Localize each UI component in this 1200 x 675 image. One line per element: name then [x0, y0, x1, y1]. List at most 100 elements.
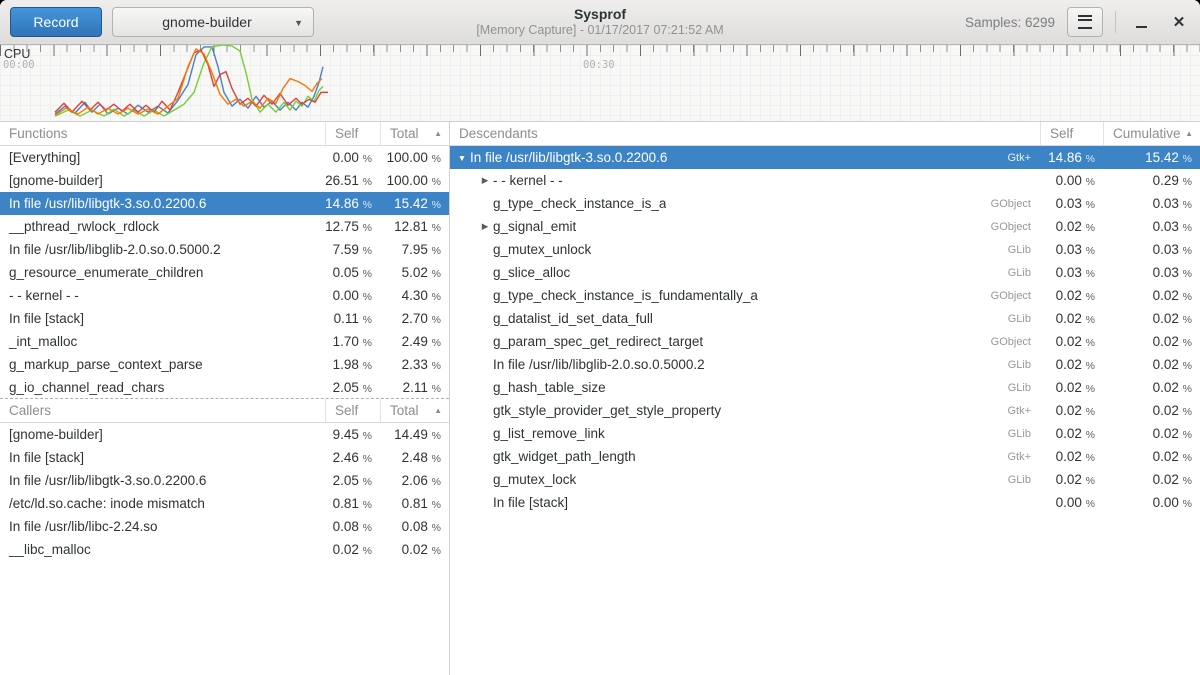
column-header-self[interactable]: Self: [325, 122, 380, 145]
tree-row-content: g_param_spec_get_redirect_targetGObject: [450, 334, 1040, 349]
tree-row[interactable]: ▼In file /usr/lib/libgtk-3.so.0.2200.6Gt…: [450, 146, 1200, 169]
time-label-mid: 00:30: [583, 59, 615, 71]
table-row[interactable]: In file /usr/lib/libgtk-3.so.0.2200.62.0…: [0, 469, 449, 492]
function-name: g_datalist_id_set_data_full: [493, 311, 653, 326]
column-header-total[interactable]: Total▲: [380, 122, 449, 145]
total-percent: 2.70 %: [380, 311, 449, 326]
menu-button[interactable]: [1067, 7, 1103, 37]
self-percent: 14.86 %: [325, 196, 380, 211]
percent-sign: %: [432, 545, 441, 557]
function-name: g_hash_table_size: [493, 380, 606, 395]
total-percent: 0.02 %: [380, 542, 449, 557]
tree-row[interactable]: ▶g_signal_emitGObject0.02 %0.03 %: [450, 215, 1200, 238]
tree-row-content: gtk_style_provider_get_style_propertyGtk…: [450, 403, 1040, 418]
column-header-functions[interactable]: Functions: [0, 122, 325, 145]
tree-row[interactable]: g_datalist_id_set_data_fullGLib0.02 %0.0…: [450, 307, 1200, 330]
table-row[interactable]: In file [stack]0.11 %2.70 %: [0, 307, 449, 330]
expander-expanded-icon[interactable]: ▼: [454, 153, 470, 163]
total-percent: 0.81 %: [380, 496, 449, 511]
percent-sign: %: [1183, 452, 1192, 464]
percent-sign: %: [1183, 291, 1192, 303]
tree-row[interactable]: ▶- - kernel - -0.00 %0.29 %: [450, 169, 1200, 192]
percent-sign: %: [1086, 383, 1095, 395]
callers-table: [gnome-builder]9.45 %14.49 %In file [sta…: [0, 423, 449, 561]
table-row[interactable]: [gnome-builder]9.45 %14.49 %: [0, 423, 449, 446]
tree-row[interactable]: g_type_check_instance_is_fundamentally_a…: [450, 284, 1200, 307]
cumulative-percent: 0.02 %: [1103, 472, 1200, 487]
table-row[interactable]: [Everything]0.00 %100.00 %: [0, 146, 449, 169]
table-row[interactable]: [gnome-builder]26.51 %100.00 %: [0, 169, 449, 192]
table-row[interactable]: _int_malloc1.70 %2.49 %: [0, 330, 449, 353]
self-percent: 9.45 %: [325, 427, 380, 442]
column-header-total[interactable]: Total▲: [380, 399, 449, 422]
total-percent: 5.02 %: [380, 265, 449, 280]
process-selector-dropdown[interactable]: gnome-builder ▼: [112, 7, 314, 37]
expander-collapsed-icon[interactable]: ▶: [477, 221, 493, 232]
function-name: In file /usr/lib/libc-2.24.so: [0, 519, 325, 534]
column-header-descendants[interactable]: Descendants: [450, 122, 1040, 145]
samples-count: Samples: 6299: [965, 15, 1055, 30]
tree-row[interactable]: g_hash_table_sizeGLib0.02 %0.02 %: [450, 376, 1200, 399]
percent-sign: %: [1183, 222, 1192, 234]
total-percent: 0.08 %: [380, 519, 449, 534]
function-name: - - kernel - -: [0, 288, 325, 303]
self-percent: 0.02 %: [1040, 288, 1103, 303]
table-row[interactable]: In file [stack]2.46 %2.48 %: [0, 446, 449, 469]
percent-sign: %: [1183, 176, 1192, 188]
percent-sign: %: [432, 360, 441, 372]
column-header-callers[interactable]: Callers: [0, 399, 325, 422]
tree-row[interactable]: In file /usr/lib/libglib-2.0.so.0.5000.2…: [450, 353, 1200, 376]
percent-sign: %: [363, 522, 372, 534]
hamburger-icon: [1078, 15, 1092, 29]
table-row[interactable]: In file /usr/lib/libglib-2.0.so.0.5000.2…: [0, 238, 449, 261]
table-row[interactable]: In file /usr/lib/libc-2.24.so0.08 %0.08 …: [0, 515, 449, 538]
table-row[interactable]: __pthread_rwlock_rdlock12.75 %12.81 %: [0, 215, 449, 238]
tree-row[interactable]: gtk_widget_path_lengthGtk+0.02 %0.02 %: [450, 445, 1200, 468]
total-percent: 2.49 %: [380, 334, 449, 349]
percent-sign: %: [363, 176, 372, 188]
table-row[interactable]: g_io_channel_read_chars2.05 %2.11 %: [0, 376, 449, 399]
table-row[interactable]: __libc_malloc0.02 %0.02 %: [0, 538, 449, 561]
table-row[interactable]: In file /usr/lib/libgtk-3.so.0.2200.614.…: [0, 192, 449, 215]
function-name: g_slice_alloc: [493, 265, 570, 280]
record-button[interactable]: Record: [10, 7, 102, 37]
tree-row-content: g_list_remove_linkGLib: [450, 426, 1040, 441]
tree-row[interactable]: g_mutex_unlockGLib0.03 %0.03 %: [450, 238, 1200, 261]
functions-table-header: Functions Self Total▲: [0, 122, 449, 146]
percent-sign: %: [1183, 337, 1192, 349]
tree-row[interactable]: g_mutex_lockGLib0.02 %0.02 %: [450, 468, 1200, 491]
percent-sign: %: [1086, 268, 1095, 280]
percent-sign: %: [1086, 245, 1095, 257]
tree-row[interactable]: g_slice_allocGLib0.03 %0.03 %: [450, 261, 1200, 284]
tree-row[interactable]: In file [stack]0.00 %0.00 %: [450, 491, 1200, 514]
expander-collapsed-icon[interactable]: ▶: [477, 175, 493, 186]
percent-sign: %: [432, 222, 441, 234]
percent-sign: %: [1086, 176, 1095, 188]
minimize-button[interactable]: [1128, 9, 1154, 35]
cpu-graph[interactable]: CPU 00:00 00:30: [0, 45, 1200, 122]
table-row[interactable]: g_markup_parse_context_parse1.98 %2.33 %: [0, 353, 449, 376]
column-header-cumulative[interactable]: Cumulative▲: [1103, 122, 1200, 145]
tree-row[interactable]: g_list_remove_linkGLib0.02 %0.02 %: [450, 422, 1200, 445]
percent-sign: %: [363, 153, 372, 165]
function-name: g_type_check_instance_is_fundamentally_a: [493, 288, 758, 303]
cumulative-percent: 0.02 %: [1103, 403, 1200, 418]
column-header-self[interactable]: Self: [325, 399, 380, 422]
column-header-self[interactable]: Self: [1040, 122, 1103, 145]
tree-row[interactable]: gtk_style_provider_get_style_propertyGtk…: [450, 399, 1200, 422]
table-row[interactable]: - - kernel - -0.00 %4.30 %: [0, 284, 449, 307]
total-percent: 100.00 %: [380, 150, 449, 165]
self-percent: 0.00 %: [325, 288, 380, 303]
self-percent: 0.02 %: [325, 542, 380, 557]
tree-row[interactable]: g_type_check_instance_is_aGObject0.03 %0…: [450, 192, 1200, 215]
tree-row[interactable]: g_param_spec_get_redirect_targetGObject0…: [450, 330, 1200, 353]
cumulative-percent: 0.03 %: [1103, 242, 1200, 257]
table-row[interactable]: g_resource_enumerate_children0.05 %5.02 …: [0, 261, 449, 284]
self-percent: 2.46 %: [325, 450, 380, 465]
library-tag: GLib: [1008, 359, 1040, 371]
percent-sign: %: [1183, 406, 1192, 418]
table-row[interactable]: /etc/ld.so.cache: inode mismatch0.81 %0.…: [0, 492, 449, 515]
main-area: Functions Self Total▲ [Everything]0.00 %…: [0, 122, 1200, 675]
percent-sign: %: [363, 245, 372, 257]
close-button[interactable]: ✕: [1166, 9, 1192, 35]
